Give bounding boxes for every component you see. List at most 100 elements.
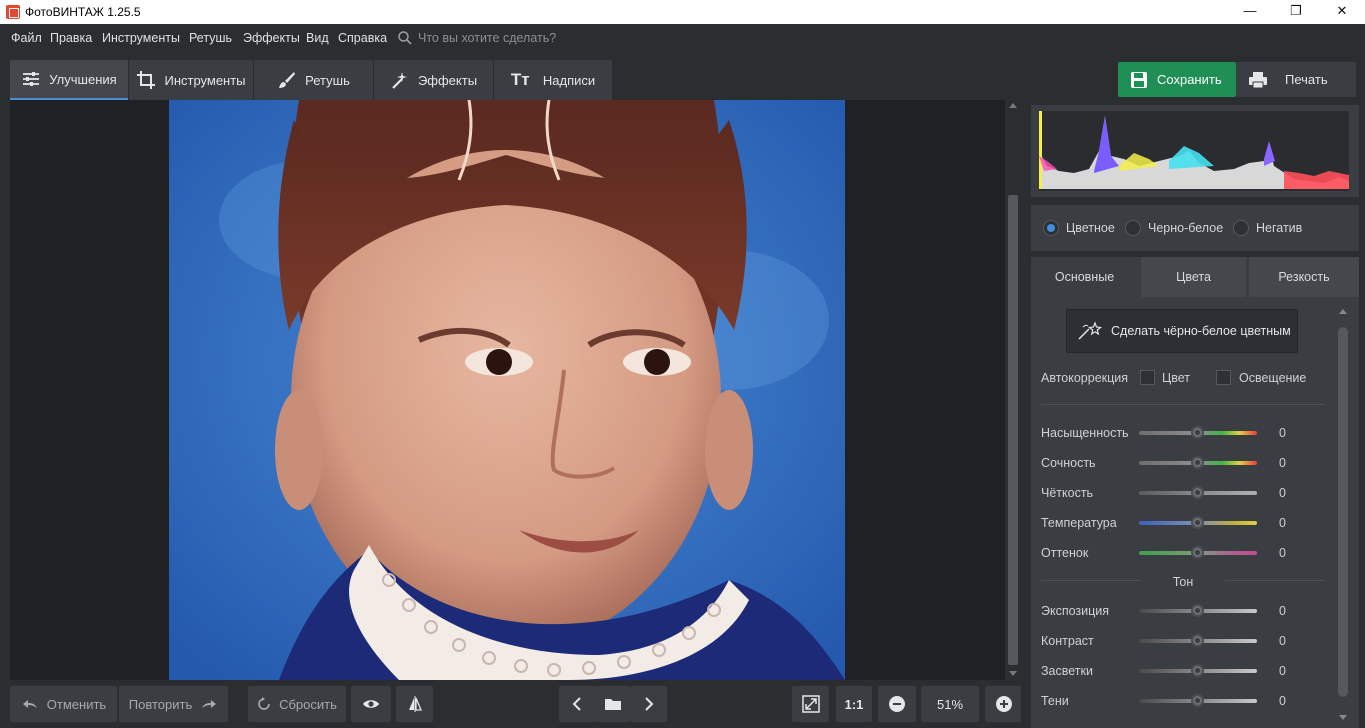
temperature-slider-handle[interactable]	[1191, 516, 1204, 529]
photo-canvas[interactable]	[10, 100, 1005, 680]
sliders-icon	[23, 72, 40, 86]
settings-tab-label: Резкость	[1278, 270, 1330, 284]
next-photo-button[interactable]	[631, 686, 667, 722]
zoom-actual-size-button[interactable]: 1:1	[836, 686, 872, 722]
zoom-out-icon	[889, 696, 905, 712]
main-toolbar: Улучшения Инструменты Ретушь Эффекты Tт …	[0, 52, 1365, 100]
vibrance-slider-handle[interactable]	[1191, 456, 1204, 469]
fit-to-screen-button[interactable]	[792, 686, 829, 722]
save-button[interactable]: Сохранить	[1118, 62, 1236, 97]
autocorrect-color-label[interactable]: Цвет	[1162, 371, 1190, 385]
compare-button[interactable]	[396, 686, 433, 722]
save-icon	[1131, 71, 1147, 88]
chevron-left-icon	[572, 697, 581, 711]
autocorrect-light-checkbox[interactable]	[1216, 370, 1231, 385]
colorize-button[interactable]: Сделать чёрно-белое цветным	[1066, 309, 1298, 353]
close-window-button[interactable]: ✕	[1319, 0, 1365, 24]
scroll-up-arrow-icon[interactable]	[1009, 103, 1017, 108]
settings-tab-colors[interactable]: Цвета	[1141, 257, 1246, 297]
autocorrect-color-checkbox[interactable]	[1140, 370, 1155, 385]
tab-tools[interactable]: Инструменты	[129, 60, 253, 100]
highlights-value: 0	[1279, 664, 1286, 678]
printer-icon	[1249, 71, 1267, 88]
saturation-slider-handle[interactable]	[1191, 426, 1204, 439]
scroll-down-arrow-icon[interactable]	[1339, 715, 1347, 720]
undo-button[interactable]: Отменить	[10, 686, 117, 722]
tone-section-title: Тон	[1172, 575, 1194, 589]
window-title: ФотоВИНТАЖ 1.25.5	[25, 5, 141, 19]
tab-retouch[interactable]: Ретушь	[254, 60, 373, 100]
autocorrect-light-label[interactable]: Освещение	[1239, 371, 1306, 385]
scroll-up-arrow-icon[interactable]	[1339, 309, 1347, 314]
scroll-thumb[interactable]	[1008, 195, 1018, 665]
exposure-slider-handle[interactable]	[1191, 604, 1204, 617]
menu-bar: Файл Правка Инструменты Ретушь Эффекты В…	[0, 24, 1365, 52]
tint-label: Оттенок	[1041, 546, 1089, 560]
scroll-down-arrow-icon[interactable]	[1009, 671, 1017, 676]
maximize-button[interactable]: ❐	[1273, 0, 1319, 24]
clarity-label: Чёткость	[1041, 486, 1094, 500]
saturation-value: 0	[1279, 426, 1286, 440]
radio-black-white[interactable]	[1125, 220, 1141, 236]
menu-view[interactable]: Вид	[306, 31, 329, 45]
app-logo-icon	[6, 5, 20, 19]
tint-value: 0	[1279, 546, 1286, 560]
text-icon: Tт	[510, 70, 530, 89]
settings-tab-basic[interactable]: Основные	[1031, 257, 1138, 297]
contrast-slider-handle[interactable]	[1191, 634, 1204, 647]
temperature-label: Температура	[1041, 516, 1117, 530]
highlights-slider-handle[interactable]	[1191, 664, 1204, 677]
tab-label: Улучшения	[49, 71, 117, 87]
menu-help[interactable]: Справка	[338, 31, 387, 45]
app-window: ФотоВИНТАЖ 1.25.5 — ❐ ✕ Файл Правка Инст…	[0, 0, 1365, 728]
clarity-slider-handle[interactable]	[1191, 486, 1204, 499]
radio-color-label[interactable]: Цветное	[1066, 221, 1115, 235]
radio-black-white-label[interactable]: Черно-белое	[1148, 221, 1223, 235]
previous-photo-button[interactable]	[559, 686, 595, 722]
settings-scrollbar[interactable]	[1336, 307, 1350, 722]
redo-label: Повторить	[128, 696, 193, 712]
saturation-label: Насыщенность	[1041, 426, 1129, 440]
vibrance-label: Сочность	[1041, 456, 1096, 470]
portrait-photo	[169, 100, 845, 680]
tab-effects[interactable]: Эффекты	[374, 60, 493, 100]
command-search-input[interactable]: Что вы хотите сделать?	[418, 31, 556, 45]
tab-enhancements[interactable]: Улучшения	[10, 60, 128, 100]
redo-button[interactable]: Повторить	[119, 686, 228, 722]
print-button[interactable]: Печать	[1236, 62, 1356, 97]
scroll-thumb[interactable]	[1338, 327, 1348, 697]
shadows-label: Тени	[1041, 694, 1069, 708]
minimize-button[interactable]: —	[1227, 0, 1273, 24]
preview-button[interactable]	[351, 686, 391, 722]
open-folder-button[interactable]	[595, 686, 631, 722]
menu-tools[interactable]: Инструменты	[102, 31, 180, 45]
contrast-value: 0	[1279, 634, 1286, 648]
radio-color[interactable]	[1043, 220, 1059, 236]
menu-edit[interactable]: Правка	[50, 31, 92, 45]
undo-label: Отменить	[46, 696, 107, 712]
tab-label: Эффекты	[417, 72, 478, 88]
canvas-vertical-scrollbar[interactable]	[1005, 100, 1021, 680]
zoom-actual-label: 1:1	[844, 696, 864, 712]
zoom-level-display: 51%	[921, 686, 979, 722]
tab-captions[interactable]: Tт Надписи	[494, 60, 612, 100]
radio-negative[interactable]	[1233, 220, 1249, 236]
highlights-label: Засветки	[1041, 664, 1093, 678]
radio-negative-label[interactable]: Негатив	[1256, 221, 1302, 235]
photo-image	[169, 100, 845, 680]
menu-file[interactable]: Файл	[11, 31, 42, 45]
reset-icon	[258, 697, 270, 710]
exposure-value: 0	[1279, 604, 1286, 618]
eye-icon	[363, 700, 379, 708]
reset-button[interactable]: Сбросить	[248, 686, 346, 722]
tab-label: Ретушь	[305, 72, 350, 88]
settings-tab-sharpness[interactable]: Резкость	[1249, 257, 1359, 297]
zoom-in-button[interactable]	[985, 686, 1023, 722]
menu-effects[interactable]: Эффекты	[243, 31, 300, 45]
histogram-graph	[1039, 111, 1349, 191]
shadows-slider-handle[interactable]	[1191, 694, 1204, 707]
vibrance-value: 0	[1279, 456, 1286, 470]
menu-retouch[interactable]: Ретушь	[189, 31, 232, 45]
zoom-out-button[interactable]	[878, 686, 916, 722]
tint-slider-handle[interactable]	[1191, 546, 1204, 559]
